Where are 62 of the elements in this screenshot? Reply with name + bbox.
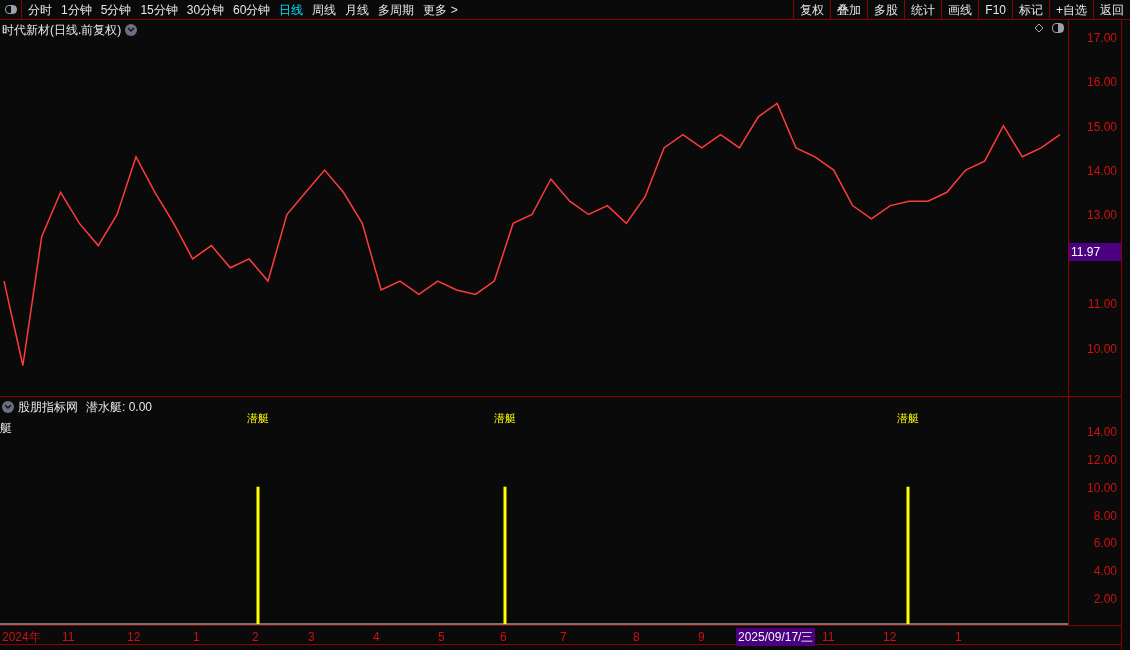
price-tick: 14.00: [1086, 163, 1117, 181]
period-tab[interactable]: 周线: [312, 0, 337, 19]
signal-label: 潜艇: [897, 412, 919, 424]
toolbar-button[interactable]: 返回: [1093, 0, 1130, 19]
indicator-value: 潜水艇: 0.00: [86, 399, 153, 416]
indicator-tick: 10.00: [1086, 479, 1117, 497]
period-tab[interactable]: 60分钟: [233, 0, 271, 19]
date-label: 1: [193, 629, 200, 646]
date-label: 2024年: [2, 629, 41, 646]
chevron-down-icon[interactable]: [2, 401, 14, 413]
period-tab[interactable]: 更多 >: [423, 0, 458, 19]
price-tick: 13.00: [1086, 207, 1117, 225]
period-tab[interactable]: 月线: [345, 0, 370, 19]
date-label: 12: [127, 629, 141, 646]
toolbar-button[interactable]: +自选: [1049, 0, 1093, 19]
period-tab[interactable]: 分时: [28, 0, 52, 19]
toolbar-button[interactable]: 多股: [867, 0, 905, 19]
price-tick: 17.00: [1086, 29, 1117, 47]
toolbar-button[interactable]: 画线: [941, 0, 979, 19]
date-label: 9: [698, 629, 705, 646]
toolbar-button[interactable]: 统计: [904, 0, 942, 19]
date-label: 1: [955, 629, 962, 646]
period-tab[interactable]: 多周期: [378, 0, 415, 19]
date-label: 2: [252, 629, 259, 646]
indicator-label: 艇: [0, 420, 12, 437]
indicator-tick: 8.00: [1093, 507, 1117, 525]
toolbar-button[interactable]: 叠加: [830, 0, 868, 19]
period-tab[interactable]: 30分钟: [186, 0, 225, 19]
date-label: 4: [373, 629, 380, 646]
toolbar-button[interactable]: 标记: [1012, 0, 1049, 19]
date-label: 2025/09/17/三: [736, 628, 816, 646]
date-label: 11: [822, 629, 835, 646]
indicator-tick: 12.00: [1086, 451, 1117, 469]
date-label: 8: [633, 629, 640, 646]
period-tab[interactable]: 5分钟: [100, 0, 132, 19]
diamond-icon[interactable]: [1034, 23, 1044, 33]
current-price: 11.97: [1069, 242, 1121, 261]
chart-title: 时代新材(日线.前复权): [2, 22, 122, 39]
price-tick: 16.00: [1086, 74, 1117, 92]
toolbar-button[interactable]: 复权: [793, 0, 831, 19]
period-tab[interactable]: 15分钟: [140, 0, 178, 19]
date-label: 5: [438, 629, 445, 646]
date-label: 11: [62, 629, 75, 646]
signal-label: 潜艇: [494, 412, 516, 424]
toolbar-button[interactable]: F10: [978, 0, 1012, 19]
period-tab[interactable]: 日线: [279, 0, 304, 19]
indicator-tick: 14.00: [1086, 424, 1117, 441]
indicator-tick: 2.00: [1093, 591, 1117, 609]
period-tab[interactable]: 1分钟: [61, 0, 92, 19]
price-tick: 15.00: [1086, 118, 1117, 136]
date-label: 6: [500, 629, 507, 646]
price-tick: 10.00: [1086, 340, 1117, 358]
indicator-tick: 6.00: [1093, 535, 1117, 553]
signal-label: 潜艇: [247, 412, 269, 424]
chevron-down-icon[interactable]: [125, 24, 138, 36]
indicator-tick: 4.00: [1093, 563, 1117, 581]
panel-toggle-icon[interactable]: [1052, 23, 1064, 33]
indicator-source: 股朋指标网: [18, 399, 78, 416]
date-label: 3: [308, 629, 315, 646]
date-label: 7: [560, 629, 567, 646]
price-tick: 11.00: [1087, 296, 1117, 314]
date-label: 12: [883, 629, 897, 646]
